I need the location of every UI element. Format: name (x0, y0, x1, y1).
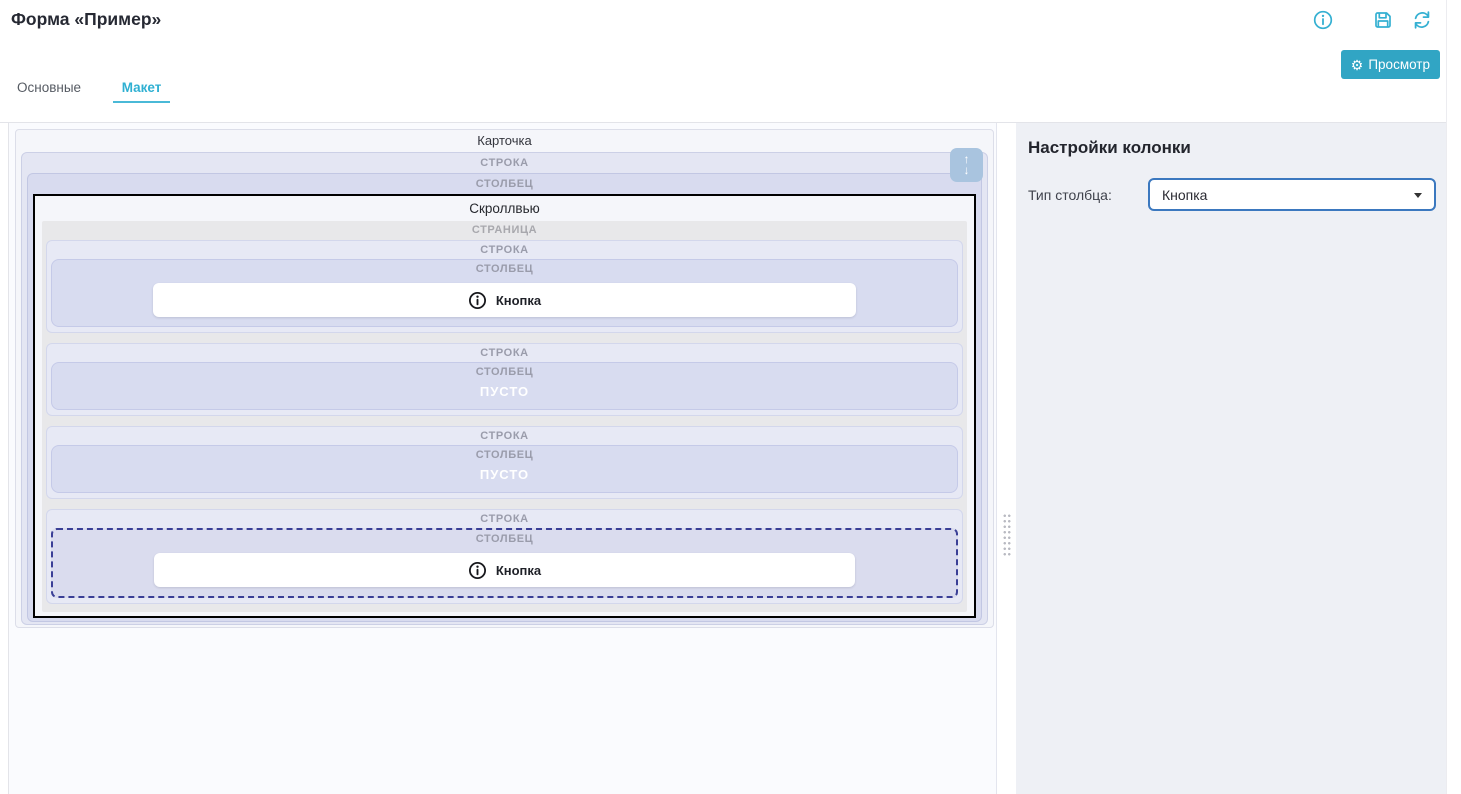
button-widget[interactable]: Кнопка (153, 283, 855, 317)
empty-placeholder: ПУСТО (60, 381, 949, 400)
inner-row-3[interactable]: СТРОКА СТОЛБЕЦ ПУСТО (46, 426, 963, 499)
column-type-value: Кнопка (1162, 187, 1207, 203)
inner-column-2[interactable]: СТОЛБЕЦ ПУСТО (51, 362, 958, 410)
row-label: СТРОКА (27, 154, 982, 173)
main-area: Карточка ↑ ↓ СТРОКА СТОЛБЕЦ Скроллвью СТ… (0, 122, 1446, 794)
scrollview-container[interactable]: Скроллвью СТРАНИЦА СТРОКА СТОЛБЕЦ (33, 194, 976, 618)
column-label: СТОЛБЕЦ (61, 531, 948, 548)
button-widget[interactable]: Кнопка (154, 553, 855, 587)
column-type-select[interactable]: Кнопка (1148, 178, 1436, 211)
header: Форма «Пример» (0, 0, 1461, 122)
row-label: СТРОКА (51, 511, 958, 528)
page-label: СТРАНИЦА (45, 221, 964, 240)
tab-layout[interactable]: Макет (113, 80, 170, 103)
right-scrollbar-track[interactable] (1446, 0, 1461, 794)
info-icon (468, 291, 487, 310)
gear-icon: ⚙ (1351, 58, 1364, 72)
splitter-gutter (997, 123, 1016, 794)
inner-row-1[interactable]: СТРОКА СТОЛБЕЦ (46, 240, 963, 333)
column-label: СТОЛБЕЦ (33, 175, 976, 194)
page-title: Форма «Пример» (11, 9, 161, 30)
card-container[interactable]: Карточка ↑ ↓ СТРОКА СТОЛБЕЦ Скроллвью СТ… (15, 129, 994, 628)
column-label: СТОЛБЕЦ (60, 364, 949, 381)
column-label: СТОЛБЕЦ (60, 261, 949, 278)
save-icon[interactable] (1372, 9, 1394, 31)
arrow-down-icon: ↓ (964, 165, 970, 176)
inner-column-1[interactable]: СТОЛБЕЦ (51, 259, 958, 327)
column-type-field-row: Тип столбца: Кнопка (1028, 178, 1436, 211)
scrollview-label: Скроллвью (42, 196, 967, 221)
card-label: Карточка (21, 130, 988, 152)
row-label: СТРОКА (51, 345, 958, 362)
chevron-down-icon (1414, 193, 1422, 198)
preview-button[interactable]: ⚙ Просмотр (1341, 50, 1440, 79)
inner-column-3[interactable]: СТОЛБЕЦ ПУСТО (51, 445, 958, 493)
inner-column-4-selected[interactable]: СТОЛБЕЦ (51, 528, 958, 598)
button-widget-label: Кнопка (496, 293, 541, 308)
row-label: СТРОКА (51, 428, 958, 445)
inner-row-2[interactable]: СТРОКА СТОЛБЕЦ ПУСТО (46, 343, 963, 416)
header-actions (1312, 9, 1433, 31)
preview-button-label: Просмотр (1368, 57, 1430, 72)
page-container[interactable]: СТРАНИЦА СТРОКА СТОЛБЕЦ (42, 221, 967, 612)
outer-column[interactable]: СТОЛБЕЦ Скроллвью СТРАНИЦА СТРОКА СТОЛБЕ… (27, 173, 982, 622)
refresh-icon[interactable] (1411, 9, 1433, 31)
empty-placeholder: ПУСТО (60, 464, 949, 483)
inner-row-4[interactable]: СТРОКА СТОЛБЕЦ (46, 509, 963, 604)
drag-handle[interactable]: ↑ ↓ (950, 148, 983, 182)
layout-canvas: Карточка ↑ ↓ СТРОКА СТОЛБЕЦ Скроллвью СТ… (8, 123, 997, 794)
info-icon (468, 561, 487, 580)
tab-general[interactable]: Основные (17, 80, 81, 95)
column-label: СТОЛБЕЦ (60, 447, 949, 464)
info-icon[interactable] (1312, 9, 1334, 31)
settings-panel-title: Настройки колонки (1028, 138, 1436, 158)
column-type-label: Тип столбца: (1028, 187, 1148, 203)
outer-row[interactable]: СТРОКА СТОЛБЕЦ Скроллвью СТРАНИЦА СТРОКА… (21, 152, 988, 625)
splitter-grip[interactable] (1002, 513, 1011, 557)
button-widget-label: Кнопка (496, 563, 541, 578)
column-settings-panel: Настройки колонки Тип столбца: Кнопка (1016, 123, 1446, 794)
row-label: СТРОКА (51, 242, 958, 259)
